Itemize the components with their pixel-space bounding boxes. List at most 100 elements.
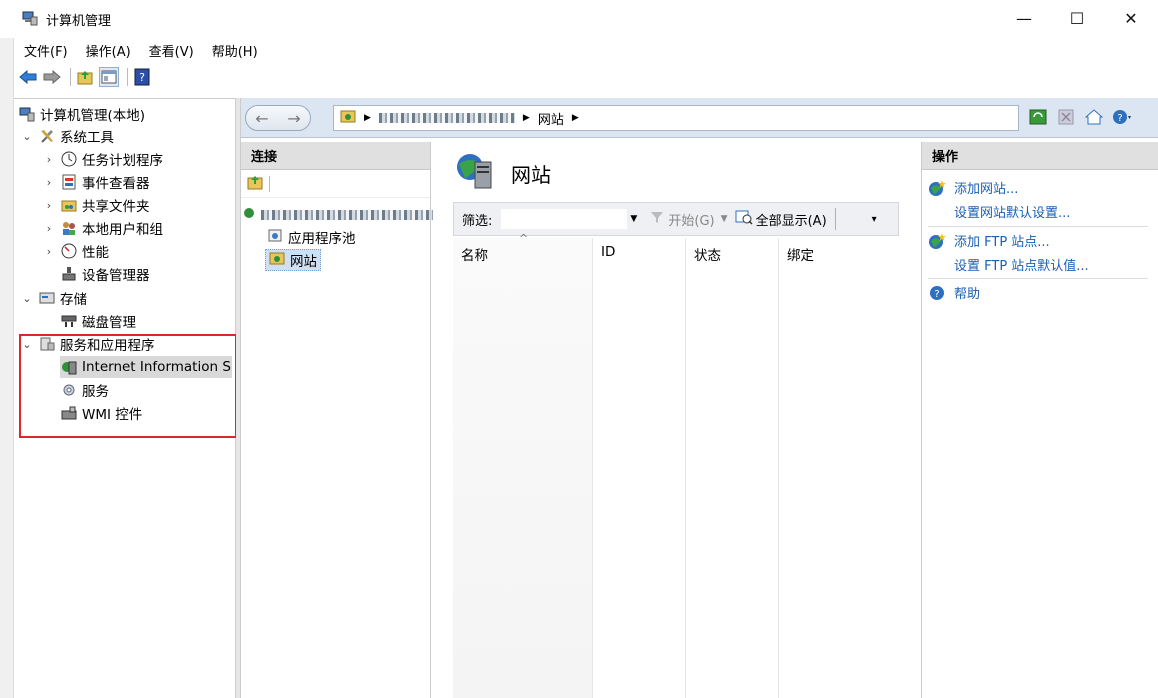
show-all-label: 全部显示(A) (755, 213, 827, 229)
server-node[interactable] (243, 204, 437, 226)
chevron-right-icon[interactable]: › (42, 153, 56, 166)
sites-label: 网站 (290, 254, 317, 270)
ftp-defaults-label: 设置 FTP 站点默认值... (954, 259, 1089, 274)
breadcrumb-arrow-icon[interactable]: ▶ (364, 113, 371, 123)
up-folder-icon[interactable] (247, 174, 263, 194)
chevron-right-icon[interactable]: › (42, 245, 56, 258)
add-globe-icon (928, 232, 946, 250)
tree-item-label: 性能 (82, 245, 109, 261)
connections-header: 连接 (241, 142, 430, 170)
toolbar-separator (269, 175, 270, 192)
chevron-down-icon[interactable]: ⌄ (20, 292, 34, 305)
svg-text:?: ? (934, 289, 939, 300)
tree-item-device-manager[interactable]: 设备管理器 (60, 263, 150, 285)
add-site-link[interactable]: 添加网站... (928, 178, 1018, 197)
tree-item-root[interactable]: 计算机管理(本地) (18, 103, 145, 125)
menu-help[interactable]: 帮助(H) (212, 41, 258, 60)
toolbar-separator (834, 208, 836, 230)
stop-icon[interactable] (1055, 106, 1077, 128)
filter-input[interactable] (500, 208, 629, 230)
app-pool-icon (267, 227, 283, 247)
column-header-binding[interactable]: 绑定 (779, 238, 899, 698)
help-icon[interactable]: ? (1111, 106, 1133, 128)
add-ftp-link[interactable]: 添加 FTP 站点... (928, 231, 1050, 250)
chevron-down-icon[interactable]: ⌄ (20, 130, 34, 143)
show-all-button[interactable]: 全部显示(A) (735, 209, 827, 229)
maximize-button[interactable]: ☐ (1054, 4, 1100, 32)
home-icon[interactable] (1083, 106, 1105, 128)
tree-item-label: 任务计划程序 (82, 153, 163, 169)
ftp-defaults-link[interactable]: 设置 FTP 站点默认值... (954, 255, 1089, 274)
tree-item-local-users[interactable]: › 本地用户和组 (42, 217, 163, 239)
overflow-chevron-icon[interactable]: ▾ (872, 214, 877, 225)
sites-globe-server-icon (455, 152, 493, 195)
chevron-right-icon[interactable]: › (42, 222, 56, 235)
refresh-icon[interactable] (1027, 106, 1049, 128)
server-name-redacted (261, 210, 437, 220)
shared-folder-icon (60, 197, 77, 214)
tree-item-task-scheduler[interactable]: › 任务计划程序 (42, 148, 163, 170)
app-pools-node[interactable]: 应用程序池 (267, 226, 356, 248)
help-book-icon[interactable]: ? (132, 67, 152, 87)
toolbar-separator (70, 68, 71, 86)
breadcrumb-arrow-icon[interactable]: ▶ (572, 113, 579, 123)
title-bar: 计算机管理 — ☐ ✕ (0, 0, 1158, 38)
tree-item-performance[interactable]: › 性能 (42, 240, 109, 262)
storage-icon (38, 290, 55, 307)
column-header-name[interactable]: 名称 ^ (453, 232, 593, 698)
menu-view[interactable]: 查看(V) (149, 41, 194, 60)
add-ftp-label: 添加 FTP 站点... (954, 235, 1050, 250)
back-arrow-icon[interactable]: ← (255, 109, 268, 128)
tree-item-label: 本地用户和组 (82, 222, 163, 238)
start-button[interactable]: 开始(G) (650, 210, 715, 229)
site-defaults-link[interactable]: 设置网站默认设置... (954, 202, 1070, 221)
breadcrumb-sites[interactable]: 网站 (538, 109, 564, 128)
address-bar[interactable]: ▶ ▶ 网站 ▶ (333, 105, 1019, 131)
breadcrumb-arrow-icon[interactable]: ▶ (523, 113, 530, 123)
up-folder-icon[interactable] (75, 67, 95, 87)
tree-item-label: 系统工具 (60, 130, 114, 146)
server-name-redacted[interactable] (378, 113, 515, 123)
nav-buttons: ← → (245, 105, 311, 131)
actions-separator (928, 278, 1148, 279)
tree-item-storage[interactable]: ⌄ 存储 (20, 287, 87, 309)
column-header-status[interactable]: 状态 (686, 238, 779, 698)
forward-arrow-icon[interactable]: → (287, 109, 300, 128)
tree-item-event-viewer[interactable]: › 事件查看器 (42, 171, 150, 193)
tree-item-disk-management[interactable]: 磁盘管理 (60, 310, 136, 332)
sort-arrow-icon: ^ (519, 232, 529, 245)
minimize-button[interactable]: — (1001, 4, 1047, 32)
forward-arrow-icon[interactable] (42, 67, 62, 87)
tree-item-system-tools[interactable]: ⌄ 系统工具 (20, 125, 114, 147)
tree-item-label: 磁盘管理 (82, 315, 136, 331)
close-button[interactable]: ✕ (1108, 4, 1154, 32)
filter-bar: 筛选: ▼ 开始(G) ▼ 全部显示(A) ▾ (453, 202, 899, 236)
site-folder-icon (269, 251, 285, 269)
column-status-label: 状态 (694, 248, 721, 264)
add-site-label: 添加网站... (954, 182, 1019, 197)
page-title-text: 网站 (511, 163, 551, 187)
site-defaults-label: 设置网站默认设置... (954, 206, 1071, 221)
back-arrow-icon[interactable] (18, 67, 38, 87)
tree-item-shared-folders[interactable]: › 共享文件夹 (42, 194, 150, 216)
computer-management-icon (22, 10, 38, 26)
users-icon (60, 220, 77, 237)
connections-toolbar (241, 170, 430, 198)
menu-file[interactable]: 文件(F) (24, 41, 68, 60)
funnel-icon (650, 210, 664, 228)
dropdown-arrow-icon[interactable]: ▼ (721, 214, 733, 224)
app-pools-label: 应用程序池 (288, 231, 356, 247)
tree-item-label: 存储 (60, 292, 87, 308)
chevron-right-icon[interactable]: › (42, 176, 56, 189)
sites-node[interactable]: 网站 (265, 249, 321, 271)
dropdown-arrow-icon[interactable]: ▼ (630, 214, 642, 224)
show-hide-tree-icon[interactable] (99, 67, 119, 87)
connections-pane: 连接 应用程序池 网站 (241, 142, 437, 698)
help-label: 帮助 (954, 287, 981, 302)
tree-item-label: 设备管理器 (82, 268, 150, 284)
help-link[interactable]: ? 帮助 (928, 283, 980, 302)
column-header-id[interactable]: ID (593, 238, 686, 698)
chevron-right-icon[interactable]: › (42, 199, 56, 212)
menu-action[interactable]: 操作(A) (86, 41, 131, 60)
event-viewer-icon (60, 174, 77, 191)
